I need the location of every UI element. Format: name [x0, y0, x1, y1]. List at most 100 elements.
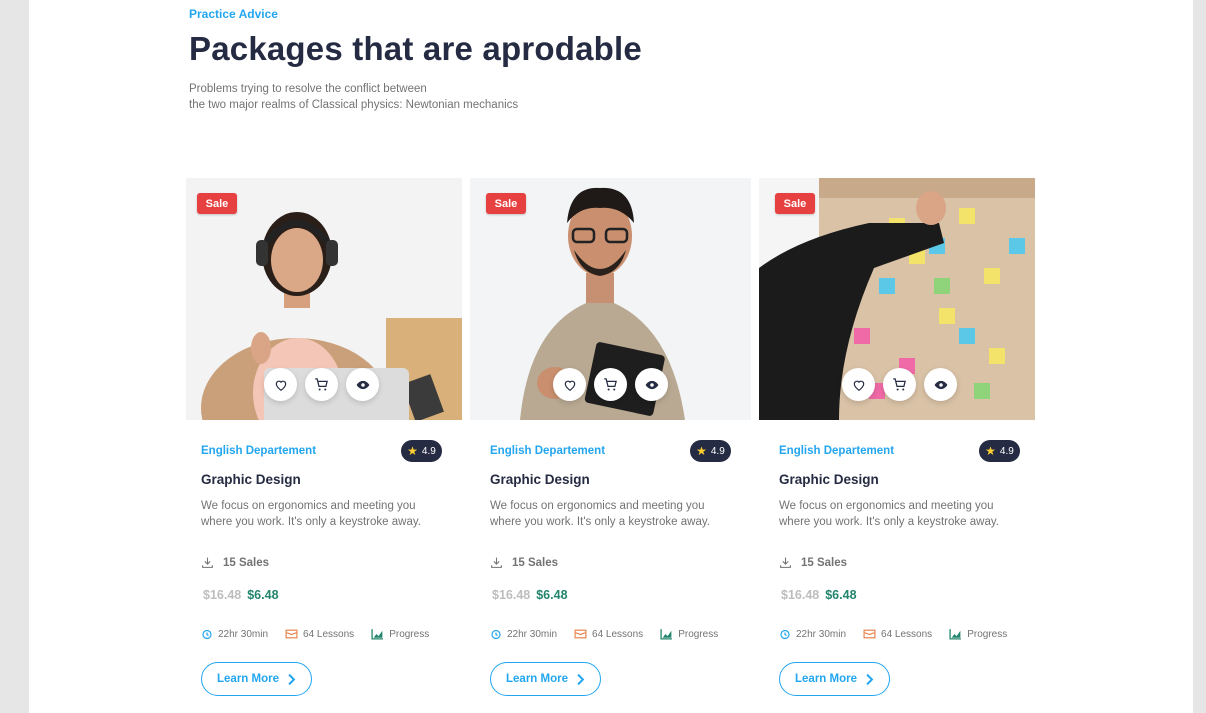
course-meta: 22hr 30min 64 Lessons Progress [779, 628, 1024, 640]
progress-label: Progress [967, 628, 1008, 640]
book-icon [574, 629, 587, 639]
cart-icon [604, 378, 617, 391]
course-title[interactable]: Graphic Design [779, 472, 879, 487]
new-price: $6.48 [825, 588, 857, 602]
book-icon [285, 629, 298, 639]
old-price: $16.48 [781, 588, 820, 602]
cart-icon [315, 378, 328, 391]
heart-icon [853, 380, 864, 391]
price-group: $16.48 $6.48 [781, 588, 857, 602]
course-card: Sale English Departement ★ 4.9 Graphic D… [470, 178, 751, 713]
lessons-label: 64 Lessons [592, 628, 644, 640]
learn-more-label: Learn More [506, 673, 568, 685]
lessons-label: 64 Lessons [303, 628, 355, 640]
sale-badge: Sale [486, 193, 526, 214]
alarm-clock-icon [491, 629, 501, 640]
learn-more-label: Learn More [795, 673, 857, 685]
rating-badge: ★ 4.9 [979, 440, 1020, 462]
chevron-right-icon [577, 673, 585, 685]
course-description: We focus on ergonomics and meeting you w… [779, 500, 999, 528]
download-icon [491, 557, 502, 568]
wishlist-button[interactable] [553, 368, 586, 401]
alarm-clock-icon [202, 629, 212, 640]
card-actions [842, 368, 957, 401]
preview-button[interactable] [924, 368, 957, 401]
duration-label: 22hr 30min [507, 628, 558, 640]
progress-item: Progress [371, 628, 429, 640]
course-description: We focus on ergonomics and meeting you w… [201, 500, 421, 528]
rating-badge: ★ 4.9 [690, 440, 731, 462]
duration-label: 22hr 30min [218, 628, 269, 640]
progress-label: Progress [389, 628, 430, 640]
new-price: $6.48 [247, 588, 279, 602]
download-icon [780, 557, 791, 568]
eye-icon [645, 380, 658, 389]
wishlist-button[interactable] [264, 368, 297, 401]
card-actions [553, 368, 668, 401]
rating-value: 4.9 [710, 445, 725, 457]
old-price: $16.48 [203, 588, 242, 602]
subtitle-line-2: the two major realms of Classical physic… [189, 99, 519, 111]
eye-icon [934, 380, 947, 389]
book-icon [863, 629, 876, 639]
chart-icon [949, 629, 962, 640]
cart-icon [893, 378, 906, 391]
progress-label: Progress [678, 628, 719, 640]
heart-icon [275, 380, 286, 391]
sales-label: 15 Sales [801, 556, 848, 569]
lessons-label: 64 Lessons [881, 628, 933, 640]
department-link[interactable]: English Departement [779, 445, 894, 457]
download-icon [202, 557, 213, 568]
course-meta: 22hr 30min 64 Lessons Progress [201, 628, 446, 640]
duration-item: 22hr 30min [201, 628, 268, 640]
sales-label: 15 Sales [512, 556, 559, 569]
course-title[interactable]: Graphic Design [490, 472, 590, 487]
learn-more-button[interactable]: Learn More [779, 662, 890, 696]
alarm-clock-icon [780, 629, 790, 640]
course-image: Sale [186, 178, 462, 420]
star-icon: ★ [407, 444, 418, 458]
learn-more-button[interactable]: Learn More [490, 662, 601, 696]
course-title[interactable]: Graphic Design [201, 472, 301, 487]
add-to-cart-button[interactable] [883, 368, 916, 401]
page: Practice Advice Packages that are aproda… [29, 0, 1193, 713]
old-price: $16.48 [492, 588, 531, 602]
price-group: $16.48 $6.48 [203, 588, 279, 602]
subtitle-line-1: Problems trying to resolve the conflict … [189, 83, 427, 95]
course-image: Sale [759, 178, 1035, 420]
new-price: $6.48 [536, 588, 568, 602]
learn-more-button[interactable]: Learn More [201, 662, 312, 696]
progress-item: Progress [660, 628, 718, 640]
rating-value: 4.9 [999, 445, 1014, 457]
lessons-item: 64 Lessons [863, 628, 932, 640]
duration-item: 22hr 30min [779, 628, 846, 640]
card-actions [264, 368, 379, 401]
lessons-item: 64 Lessons [574, 628, 643, 640]
sale-badge: Sale [197, 193, 237, 214]
department-link[interactable]: English Departement [490, 445, 605, 457]
chart-icon [660, 629, 673, 640]
course-card: Sale English Departement ★ 4.9 Graphic D… [759, 178, 1035, 713]
course-card: Sale English Departement ★ 4.9 Graphic D… [186, 178, 462, 713]
add-to-cart-button[interactable] [594, 368, 627, 401]
star-icon: ★ [985, 444, 996, 458]
sale-badge: Sale [775, 193, 815, 214]
section-eyebrow: Practice Advice [189, 7, 278, 21]
sales-count: 15 Sales [490, 556, 558, 569]
progress-item: Progress [949, 628, 1007, 640]
section-title: Packages that are aprodable [189, 30, 642, 67]
price-group: $16.48 $6.48 [492, 588, 568, 602]
add-to-cart-button[interactable] [305, 368, 338, 401]
department-link[interactable]: English Departement [201, 445, 316, 457]
heart-icon [564, 380, 575, 391]
rating-badge: ★ 4.9 [401, 440, 442, 462]
rating-value: 4.9 [421, 445, 436, 457]
course-meta: 22hr 30min 64 Lessons Progress [490, 628, 735, 640]
chevron-right-icon [866, 673, 874, 685]
eye-icon [356, 380, 369, 389]
preview-button[interactable] [635, 368, 668, 401]
wishlist-button[interactable] [842, 368, 875, 401]
star-icon: ★ [696, 444, 707, 458]
course-image: Sale [470, 178, 751, 420]
preview-button[interactable] [346, 368, 379, 401]
